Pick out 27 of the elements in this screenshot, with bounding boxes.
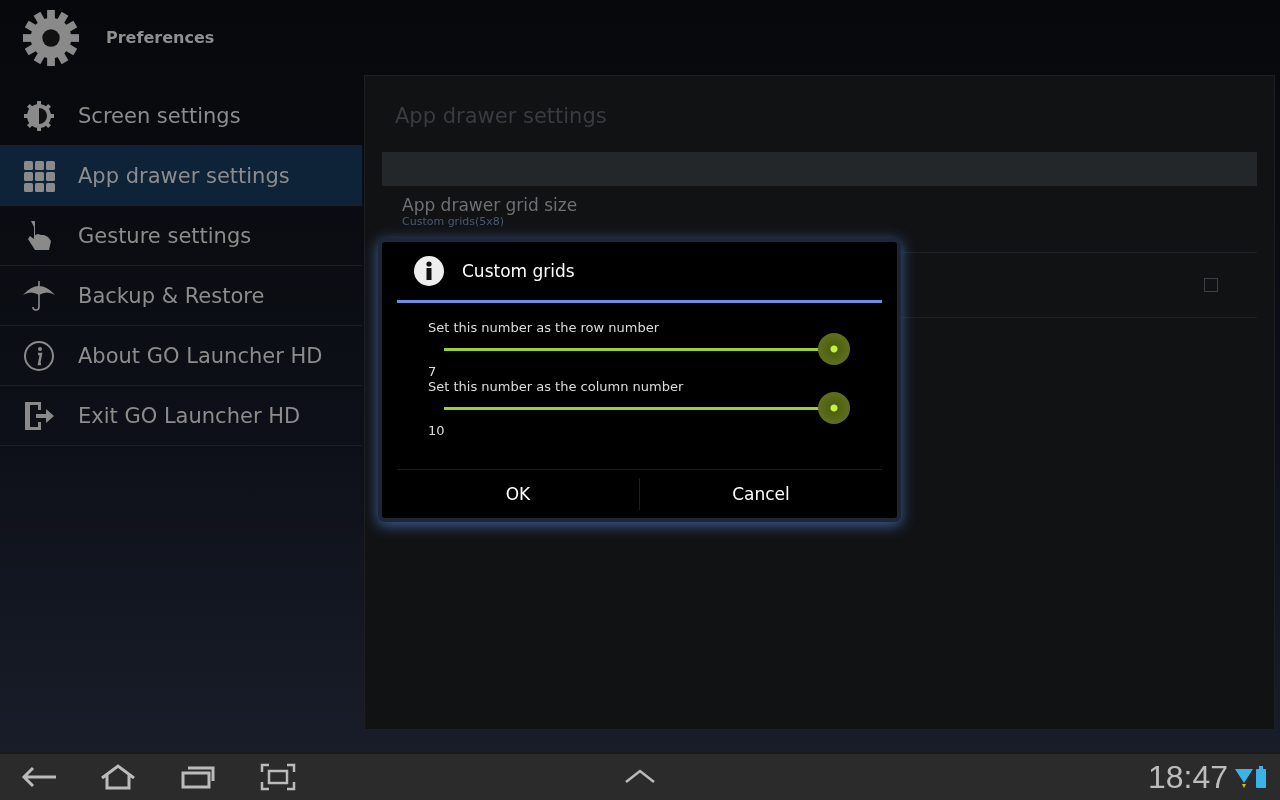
preference-title[interactable]: App drawer grid size xyxy=(402,195,1237,215)
sidebar-item[interactable]: About GO Launcher HD xyxy=(0,326,362,386)
info-icon xyxy=(414,256,444,286)
dialog-button[interactable]: Cancel xyxy=(640,470,882,518)
slider-label: Set this number as the row number xyxy=(428,320,660,335)
slider-label: Set this number as the column number xyxy=(428,379,684,394)
clock: 18:47 xyxy=(1147,758,1228,796)
umbrella-icon xyxy=(22,278,56,313)
preference-summary: Custom grids(5x8) xyxy=(402,215,505,228)
brightness-icon xyxy=(22,98,56,133)
slider-value: 7 xyxy=(428,364,437,379)
sidebar-item[interactable]: Gesture settings xyxy=(0,206,362,266)
gear-icon xyxy=(22,8,80,67)
sidebar-item[interactable]: App drawer settings xyxy=(0,146,362,206)
slider-thumb[interactable] xyxy=(818,392,850,424)
grid-icon xyxy=(22,158,56,193)
info-icon xyxy=(22,338,56,373)
battery-icon xyxy=(1256,765,1266,789)
sidebar-item[interactable]: Backup & Restore xyxy=(0,266,362,326)
dialog-title: Custom grids xyxy=(462,261,575,281)
dialog-button[interactable]: OK xyxy=(397,470,639,518)
checkbox[interactable] xyxy=(1204,278,1218,292)
screen-title: Preferences xyxy=(106,28,215,47)
sidebar-item[interactable]: Exit GO Launcher HD xyxy=(0,386,362,446)
slider-thumb[interactable] xyxy=(818,333,850,365)
screenshot-icon[interactable] xyxy=(258,762,298,792)
slider-value: 10 xyxy=(428,423,445,438)
